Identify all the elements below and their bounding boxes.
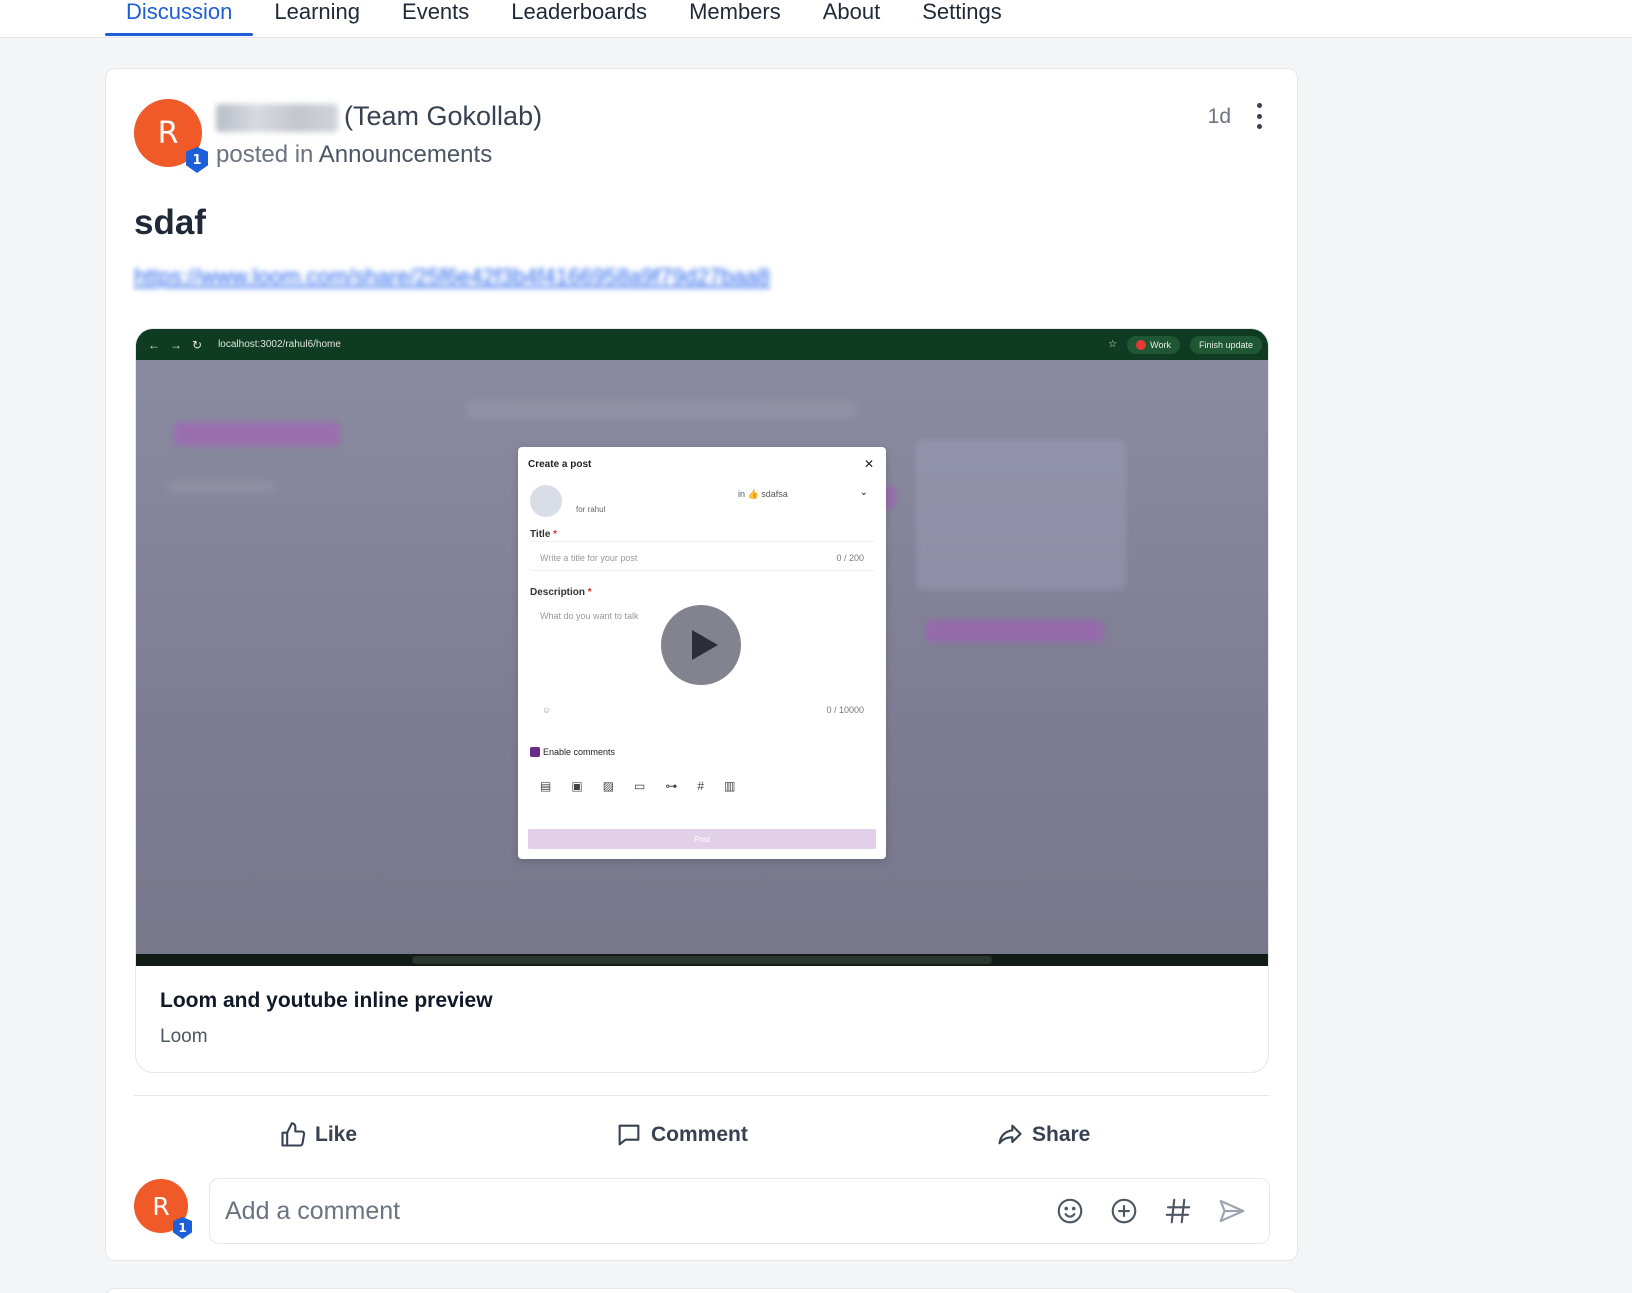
chevron-down-icon: ⌄ [859, 487, 868, 498]
level-badge: 1 [186, 147, 208, 173]
modal-post-button: Post [528, 829, 876, 849]
video-bottom-bar [136, 954, 1268, 966]
comment-tools [1055, 1179, 1247, 1243]
comment-input[interactable]: Add a comment [209, 1178, 1270, 1244]
commenter-initial: R [152, 1191, 170, 1221]
comment-icon [618, 1124, 640, 1146]
tab-events[interactable]: Events [381, 0, 490, 38]
modal-description-placeholder: What do you want to talk [540, 611, 639, 621]
preview-source: Loom [160, 1026, 208, 1047]
tab-learning[interactable]: Learning [253, 0, 381, 38]
author-name-blurred [216, 103, 338, 132]
post-title: sdaf [134, 203, 206, 242]
modal-title-label: Title * [530, 529, 558, 540]
modal-toolbar: ▤ ▣ ▨ ▭ ⊶ # ▥ [540, 779, 735, 793]
send-icon[interactable] [1217, 1196, 1247, 1226]
comment-label: Comment [651, 1123, 748, 1146]
star-icon: ☆ [1108, 339, 1118, 350]
emoji-icon[interactable] [1055, 1196, 1085, 1226]
work-profile-pill: Work [1127, 335, 1180, 354]
modal-space-select: in 👍 sdafsa [738, 489, 788, 499]
tab-bar: Discussion Learning Events Leaderboards … [105, 0, 1023, 38]
author-initial: R [157, 115, 179, 151]
play-icon[interactable] [661, 605, 741, 685]
doc-icon: ▤ [540, 779, 552, 793]
video-icon: ▣ [571, 779, 583, 793]
embed-icon: ▭ [634, 779, 646, 793]
tab-members[interactable]: Members [668, 0, 802, 38]
like-button[interactable]: Like [279, 1109, 357, 1161]
tab-settings[interactable]: Settings [901, 0, 1023, 38]
post-timestamp: 1d [1207, 105, 1231, 128]
hashtag-icon: # [697, 779, 705, 793]
like-label: Like [315, 1123, 358, 1146]
modal-title-placeholder: Write a title for your post [540, 553, 638, 563]
space-link[interactable]: Announcements [319, 141, 492, 168]
share-icon [998, 1124, 1022, 1145]
add-circle-icon[interactable] [1109, 1196, 1139, 1226]
posted-in-line: posted in Announcements [216, 141, 492, 169]
finish-update-pill: Finish update [1189, 335, 1262, 354]
video-url-bar: localhost:3002/rahul6/home [218, 339, 341, 350]
hashtag-icon[interactable] [1163, 1196, 1193, 1226]
modal-enable-comments: Enable comments [530, 747, 615, 757]
share-button[interactable]: Share [996, 1109, 1090, 1161]
commenter-avatar: R 1 [134, 1179, 192, 1239]
modal-description-count: 0 / 10000 [826, 705, 864, 715]
author-avatar[interactable]: R 1 [134, 99, 208, 173]
modal-title-count: 0 / 200 [836, 553, 864, 563]
author-line[interactable]: (Team Gokollab) [216, 101, 542, 132]
post-link[interactable]: https://www.loom.com/share/25f6e42f3b4f4… [134, 264, 892, 292]
post-actions: Like Comment Share [134, 1109, 1269, 1161]
tab-discussion[interactable]: Discussion [105, 0, 254, 38]
modal-emoji-icon: ☺ [542, 705, 552, 715]
modal-user-avatar [530, 485, 562, 517]
modal-title: Create a post [528, 459, 592, 470]
commenter-level-badge: 1 [173, 1217, 192, 1239]
modal-description-label: Description * [530, 587, 592, 598]
share-label: Share [1032, 1123, 1091, 1146]
posted-in-prefix: posted in [216, 141, 314, 168]
comment-placeholder: Add a comment [225, 1196, 401, 1225]
video-browser-bar: ←→↻ localhost:3002/rahul6/home ☆ Work Fi… [136, 329, 1268, 360]
modal-for-text: for rahul [576, 505, 606, 514]
tab-leaderboards[interactable]: Leaderboards [490, 0, 668, 38]
thumbs-up-icon [281, 1122, 306, 1147]
top-nav: Discussion Learning Events Leaderboards … [0, 0, 1632, 38]
actions-divider [134, 1095, 1269, 1096]
post-card: R 1 (Team Gokollab) posted in Announceme… [105, 68, 1298, 1261]
poll-icon: ▥ [724, 779, 736, 793]
tab-about[interactable]: About [802, 0, 902, 38]
link-icon: ⊶ [665, 779, 678, 793]
comment-button[interactable]: Comment [615, 1109, 748, 1161]
author-team: (Team Gokollab) [344, 101, 543, 131]
next-post-card [105, 1288, 1298, 1293]
image-icon: ▨ [602, 779, 615, 793]
preview-title[interactable]: Loom and youtube inline preview [160, 989, 493, 1013]
link-preview-card[interactable]: ←→↻ localhost:3002/rahul6/home ☆ Work Fi… [135, 328, 1269, 1073]
modal-close-icon: ✕ [863, 457, 874, 471]
more-options-icon[interactable] [1255, 103, 1263, 129]
browser-nav-icons: ←→↻ [148, 337, 213, 352]
video-thumbnail[interactable]: ←→↻ localhost:3002/rahul6/home ☆ Work Fi… [136, 329, 1268, 966]
